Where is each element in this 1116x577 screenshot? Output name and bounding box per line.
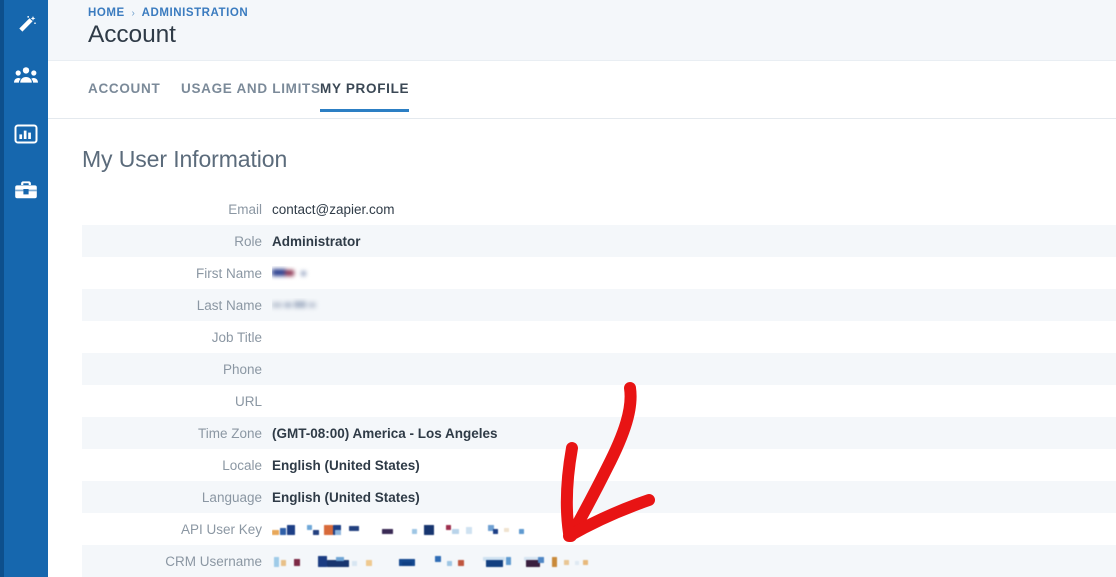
table-row: Phone <box>82 353 1116 385</box>
row-value-locale: English (United States) <box>272 457 420 473</box>
redacted-value <box>272 555 592 569</box>
tab-account[interactable]: ACCOUNT <box>88 81 160 112</box>
section-title: My User Information <box>82 146 288 172</box>
briefcase-icon <box>14 180 38 200</box>
row-label-last-name: Last Name <box>196 297 262 313</box>
row-label-crm-username: CRM Username <box>165 553 262 569</box>
row-value-last-name <box>272 298 1116 313</box>
tab-usage-and-limits[interactable]: USAGE AND LIMITS <box>181 81 321 112</box>
row-label-time-zone: Time Zone <box>197 425 262 441</box>
table-row: URL <box>82 385 1116 417</box>
tab-my-profile[interactable]: MY PROFILE <box>320 81 410 112</box>
table-row: Locale English (United States) <box>82 449 1116 481</box>
row-label-url: URL <box>234 393 262 409</box>
tab-bar: ACCOUNT USAGE AND LIMITS MY PROFILE <box>48 61 1116 119</box>
table-row: Language English (United States) <box>82 481 1116 513</box>
user-information-table: Email contact@zapier.com Role Administra… <box>82 193 1116 577</box>
sidebar-item-users[interactable] <box>4 56 48 96</box>
table-row: Role Administrator <box>82 225 1116 257</box>
breadcrumb-item-home[interactable]: HOME <box>88 7 125 19</box>
row-value-crm-username <box>272 553 1116 568</box>
table-row: API User Key <box>82 513 1116 545</box>
row-value-email: contact@zapier.com <box>272 201 395 217</box>
row-label-job-title: Job Title <box>211 329 262 345</box>
table-row: Email contact@zapier.com <box>82 193 1116 225</box>
sidebar-item-reports[interactable] <box>4 114 48 154</box>
redacted-value <box>272 300 324 311</box>
row-label-language: Language <box>201 489 262 505</box>
page-header: HOME › ADMINISTRATION Account <box>48 0 1116 61</box>
table-row: Time Zone (GMT-08:00) America - Los Ange… <box>82 417 1116 449</box>
row-value-role: Administrator <box>272 233 361 249</box>
breadcrumb: HOME › ADMINISTRATION <box>88 7 248 19</box>
row-value-api-user-key <box>272 521 1116 536</box>
row-label-email: Email <box>228 201 262 217</box>
row-label-locale: Locale <box>222 457 262 473</box>
users-group-icon <box>14 66 38 86</box>
row-value-language: English (United States) <box>272 489 420 505</box>
account-my-profile-page: HOME › ADMINISTRATION Account ACCOUNT US… <box>0 0 1116 577</box>
left-nav-sidebar <box>0 0 48 577</box>
main-content: My User Information Email contact@zapier… <box>48 119 1116 577</box>
redacted-value <box>272 268 318 279</box>
row-label-first-name: First Name <box>195 265 262 281</box>
row-label-api-user-key: API User Key <box>180 521 262 537</box>
page-title: Account <box>88 21 176 48</box>
sidebar-item-magic-wand[interactable] <box>4 6 48 46</box>
breadcrumb-item-administration[interactable]: ADMINISTRATION <box>142 7 249 19</box>
sidebar-item-briefcase[interactable] <box>4 170 48 210</box>
row-value-first-name <box>272 266 1116 281</box>
row-label-phone: Phone <box>222 361 262 377</box>
bar-chart-icon <box>14 124 38 144</box>
table-row: CRM Username <box>82 545 1116 577</box>
breadcrumb-separator: › <box>131 8 136 19</box>
row-label-role: Role <box>234 233 262 249</box>
magic-wand-icon <box>15 15 37 37</box>
row-value-time-zone: (GMT-08:00) America - Los Angeles <box>272 425 498 441</box>
table-row: Last Name <box>82 289 1116 321</box>
table-row: Job Title <box>82 321 1116 353</box>
table-row: First Name <box>82 257 1116 289</box>
redacted-value <box>272 523 528 537</box>
